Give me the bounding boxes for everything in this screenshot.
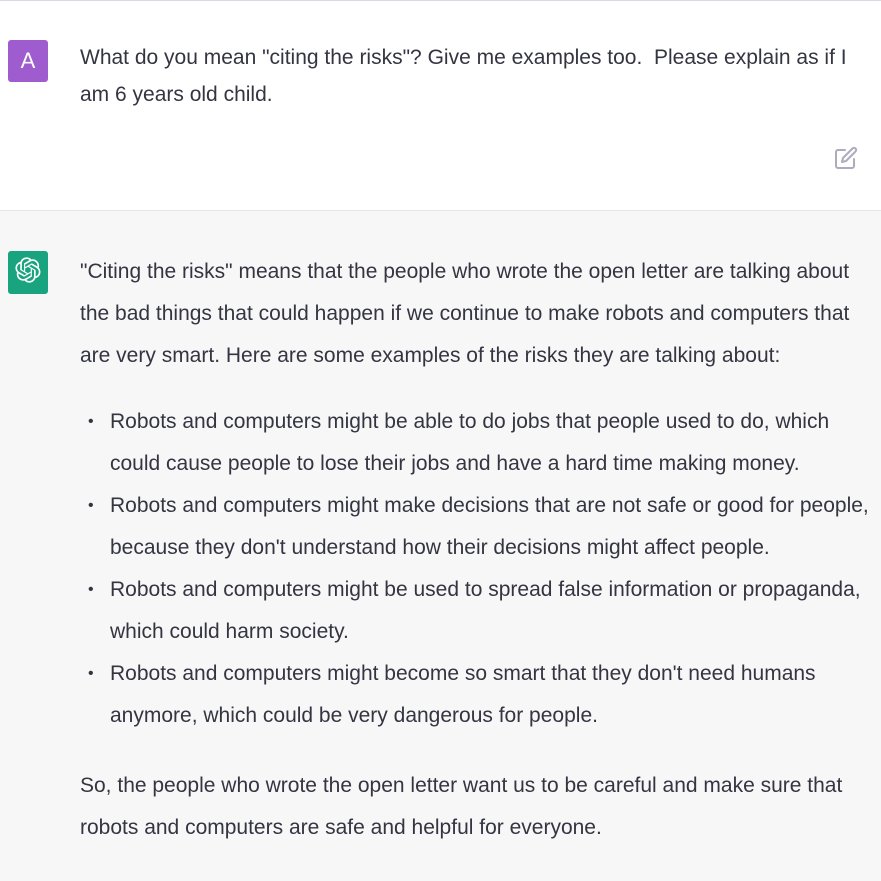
assistant-conclusion-paragraph: So, the people who wrote the open letter… bbox=[80, 774, 843, 839]
user-message-text: What do you mean "citing the risks"? Giv… bbox=[80, 46, 853, 106]
assistant-avatar bbox=[8, 251, 48, 294]
list-item-text: Robots and computers might make decision… bbox=[110, 494, 869, 559]
list-item-text: Robots and computers might be able to do… bbox=[110, 410, 830, 475]
assistant-intro-paragraph: "Citing the risks" means that the people… bbox=[80, 260, 850, 367]
user-message-block: A What do you mean "citing the risks"? G… bbox=[0, 0, 881, 211]
assistant-message-block: "Citing the risks" means that the people… bbox=[0, 211, 881, 881]
edit-icon[interactable] bbox=[834, 146, 858, 170]
bullet-dot: • bbox=[88, 581, 94, 598]
openai-logo-icon bbox=[15, 257, 41, 288]
list-item: • Robots and computers might become so sm… bbox=[80, 653, 870, 737]
risks-list: • Robots and computers might be able to d… bbox=[80, 401, 870, 737]
list-item-text: Robots and computers might be used to sp… bbox=[110, 578, 861, 643]
user-avatar-letter: A bbox=[20, 48, 36, 73]
list-item-text: Robots and computers might become so sma… bbox=[110, 662, 816, 727]
list-item: • Robots and computers might be used to s… bbox=[80, 569, 870, 653]
bullet-dot: • bbox=[88, 413, 94, 430]
list-item: • Robots and computers might make decisio… bbox=[80, 485, 870, 569]
list-item: • Robots and computers might be able to d… bbox=[80, 401, 870, 485]
user-avatar: A bbox=[8, 40, 48, 82]
bullet-dot: • bbox=[88, 665, 94, 682]
assistant-message-content: "Citing the risks" means that the people… bbox=[80, 251, 870, 849]
bullet-dot: • bbox=[88, 497, 94, 514]
